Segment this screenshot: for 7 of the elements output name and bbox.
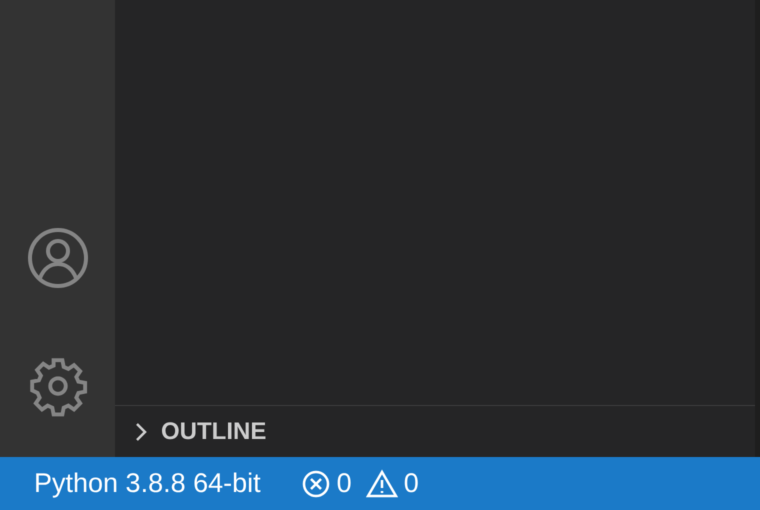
python-interpreter[interactable]: Python 3.8.8 64-bit	[34, 468, 261, 499]
warning-count[interactable]: 0	[404, 468, 419, 499]
error-icon[interactable]	[300, 468, 331, 498]
warning-icon[interactable]	[366, 468, 398, 498]
account-icon[interactable]	[26, 227, 88, 289]
error-count[interactable]: 0	[336, 468, 352, 499]
section-title: OUTLINE	[161, 418, 266, 446]
